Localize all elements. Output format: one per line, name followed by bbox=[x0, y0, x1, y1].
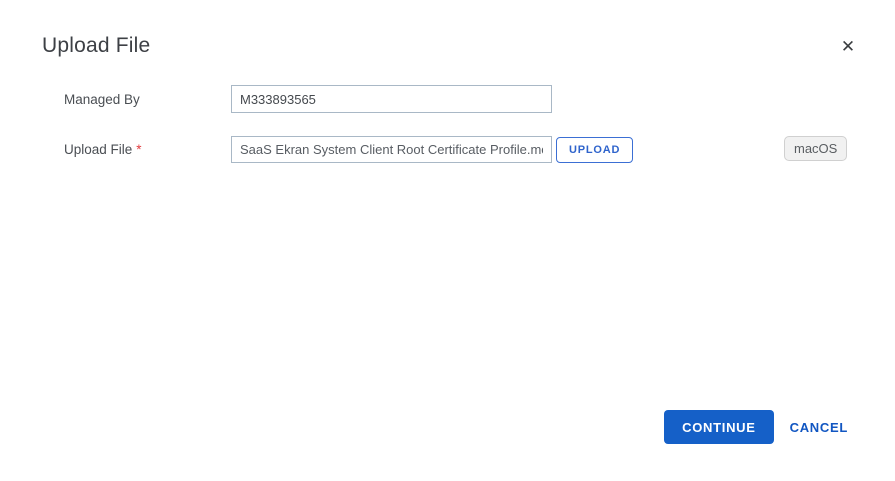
cancel-button[interactable]: CANCEL bbox=[790, 420, 848, 435]
upload-file-label-text: Upload File bbox=[64, 142, 132, 157]
upload-button[interactable]: UPLOAD bbox=[556, 137, 633, 163]
managed-by-label-text: Managed By bbox=[64, 92, 140, 107]
upload-file-dialog: Upload File ✕ Managed By Upload File * UP… bbox=[0, 0, 895, 481]
dialog-title: Upload File bbox=[42, 34, 150, 58]
managed-by-label: Managed By bbox=[64, 92, 140, 107]
required-asterisk: * bbox=[136, 142, 141, 157]
managed-by-input[interactable] bbox=[231, 85, 552, 113]
upload-file-label: Upload File * bbox=[64, 142, 142, 157]
platform-badge: macOS bbox=[784, 136, 847, 161]
dialog-footer: CONTINUE CANCEL bbox=[664, 410, 848, 444]
continue-button[interactable]: CONTINUE bbox=[664, 410, 774, 444]
upload-file-input[interactable] bbox=[231, 136, 552, 163]
close-icon[interactable]: ✕ bbox=[836, 34, 860, 58]
